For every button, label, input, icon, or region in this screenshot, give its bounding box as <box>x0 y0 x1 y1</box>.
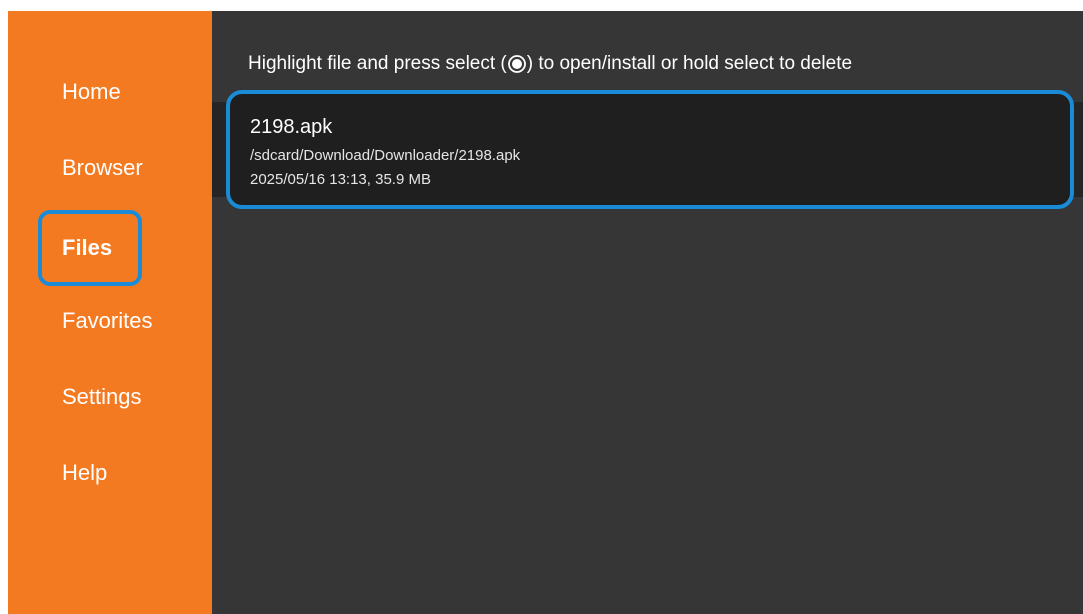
sidebar-item-label: Home <box>62 79 121 104</box>
select-button-icon <box>507 55 526 73</box>
instruction-text: Highlight file and press select ( ) to o… <box>248 53 852 75</box>
file-name: 2198.apk <box>250 116 333 138</box>
sidebar-item-files[interactable]: Files <box>38 210 142 286</box>
sidebar-item-settings[interactable]: Settings <box>38 362 166 432</box>
sidebar-item-label: Favorites <box>62 308 153 333</box>
sidebar-item-label: Files <box>62 235 113 260</box>
sidebar-item-label: Settings <box>62 384 142 409</box>
instruction-after: ) to open/install or hold select to dele… <box>526 53 853 74</box>
sidebar-item-label: Help <box>62 460 108 485</box>
file-path: /sdcard/Download/Downloader/2198.apk <box>250 147 521 164</box>
files-panel: Highlight file and press select ( ) to o… <box>212 11 1083 614</box>
sidebar-item-help[interactable]: Help <box>38 438 131 508</box>
sidebar-item-label: Browser <box>62 155 143 180</box>
sidebar-item-favorites[interactable]: Favorites <box>38 286 176 356</box>
file-meta: 2025/05/16 13:13, 35.9 MB <box>250 171 431 188</box>
sidebar: Home Browser Files Favorites Settings He… <box>8 11 212 614</box>
sidebar-item-browser[interactable]: Browser <box>38 133 167 203</box>
sidebar-item-home[interactable]: Home <box>38 57 145 127</box>
app-screen: Home Browser Files Favorites Settings He… <box>8 11 1083 614</box>
instruction-before: Highlight file and press select ( <box>248 53 507 74</box>
file-list-item[interactable]: 2198.apk /sdcard/Download/Downloader/219… <box>226 90 1074 209</box>
